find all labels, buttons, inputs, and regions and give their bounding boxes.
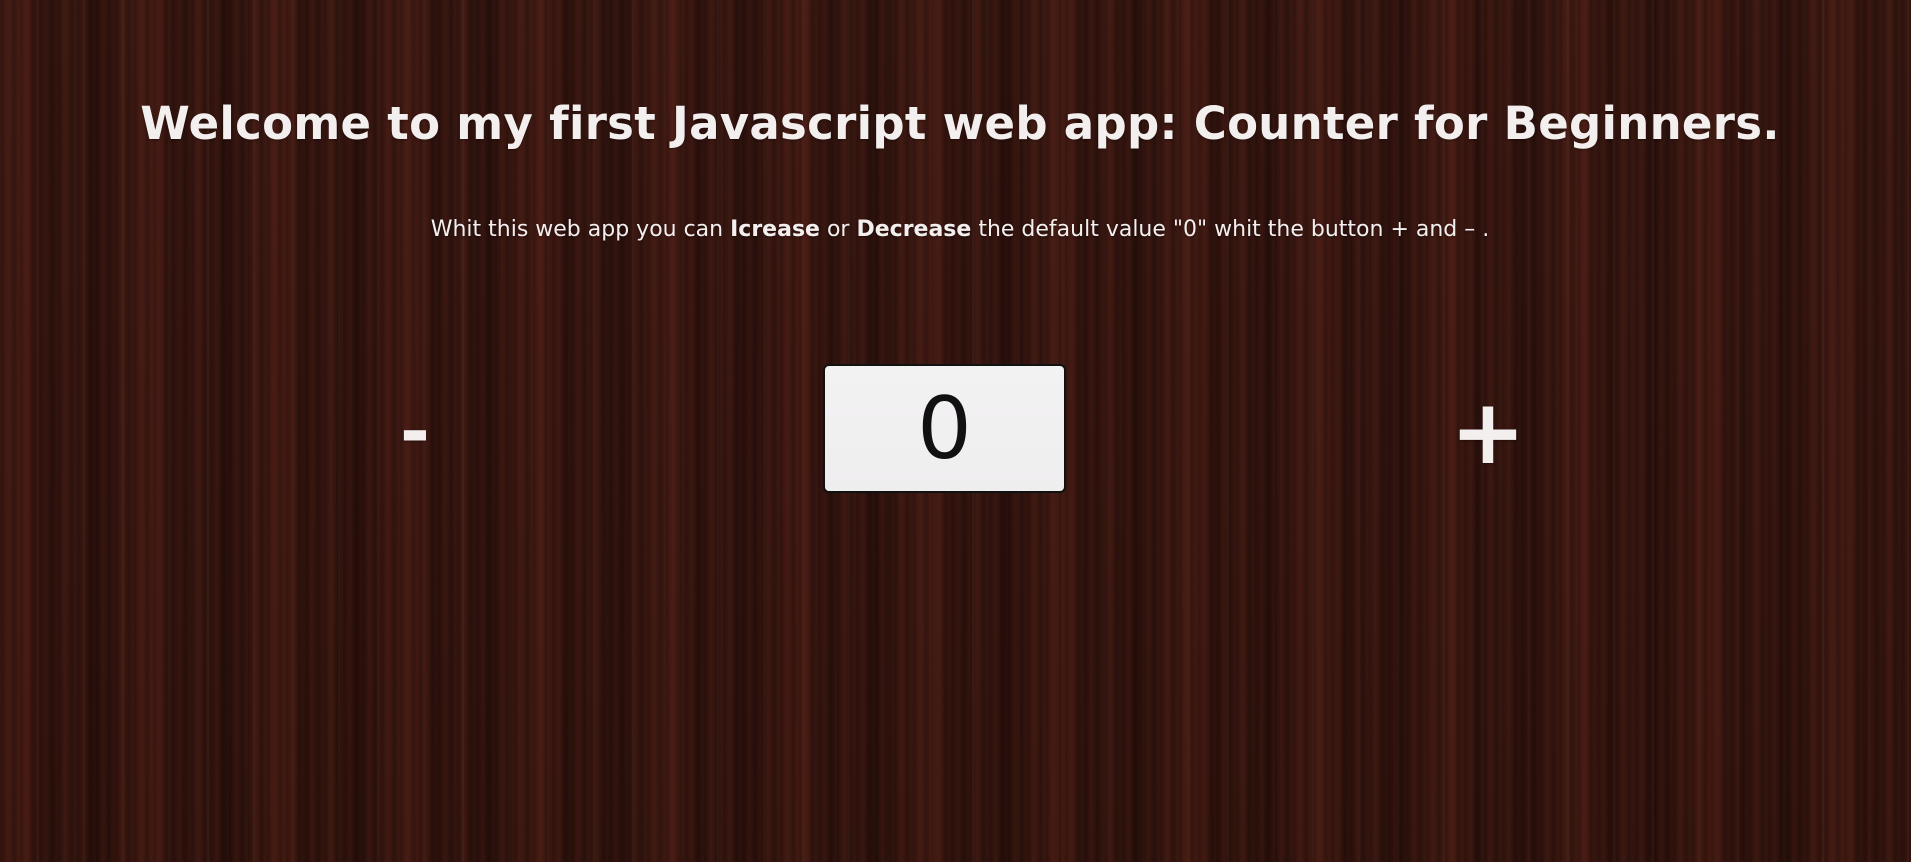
page-content: Welcome to my first Javascript web app: … bbox=[0, 0, 1911, 862]
description-decrease-word: Decrease bbox=[856, 217, 972, 242]
increase-button[interactable]: + bbox=[1450, 388, 1526, 478]
page-title: Welcome to my first Javascript web app: … bbox=[140, 97, 1780, 150]
description-text-1: Whit this web app you can bbox=[430, 217, 731, 242]
description-increase-word: Icrease bbox=[730, 217, 820, 242]
counter-display: 0 bbox=[823, 364, 1066, 493]
page-description: Whit this web app you can Icrease or Dec… bbox=[0, 217, 1911, 242]
description-text-3: the default value "0" whit the button + … bbox=[971, 217, 1490, 242]
description-text-2: or bbox=[819, 217, 857, 242]
decrease-button[interactable]: - bbox=[385, 395, 445, 467]
counter-value: 0 bbox=[917, 378, 972, 479]
